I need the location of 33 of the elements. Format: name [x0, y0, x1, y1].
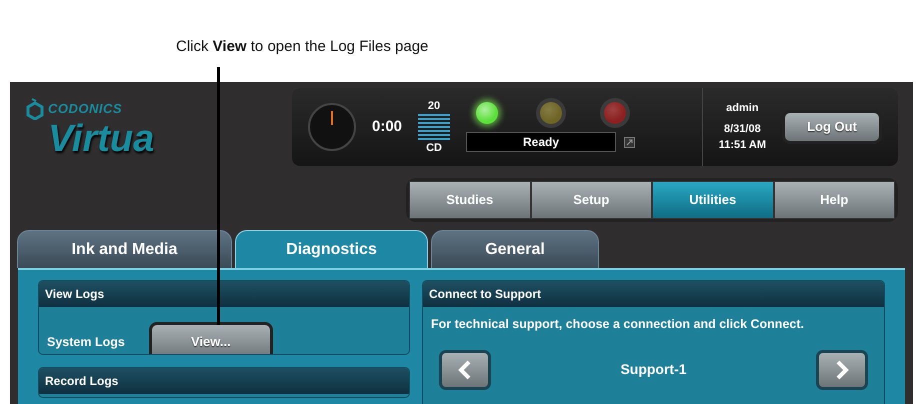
- panel-title: Record Logs: [39, 368, 409, 394]
- chevron-left-icon: [457, 360, 473, 380]
- previous-button[interactable]: [439, 350, 491, 390]
- dial-gauge-icon: [308, 103, 356, 151]
- expand-icon[interactable]: [624, 136, 636, 148]
- disc-type: CD: [426, 141, 442, 156]
- view-button[interactable]: View...: [148, 322, 273, 354]
- logo-product-text: Virtua: [48, 120, 156, 158]
- hexagon-logo-icon: [26, 98, 44, 120]
- logo-brand-text: CODONICS: [48, 100, 122, 118]
- time-text: 11:51 AM: [718, 138, 766, 154]
- nav-tab[interactable]: Help: [774, 181, 895, 219]
- date-text: 8/31/08: [724, 122, 761, 137]
- tab[interactable]: Ink and Media: [17, 230, 232, 268]
- tab[interactable]: Diagnostics: [235, 230, 428, 268]
- disc-stack-icon: [418, 114, 450, 140]
- next-button[interactable]: [816, 350, 868, 390]
- annotation-text: Click View to open the Log Files page: [176, 38, 428, 55]
- tab[interactable]: General: [431, 230, 599, 268]
- log-out-button[interactable]: Log Out: [782, 110, 882, 144]
- system-logs-label: System Logs: [47, 334, 125, 351]
- timer-text: 0:00: [372, 116, 402, 137]
- connection-name: Support-1: [620, 360, 687, 380]
- status-display: Ready: [466, 132, 616, 152]
- chevron-right-icon: [834, 360, 850, 380]
- panel-title: Connect to Support: [423, 281, 884, 307]
- user-name: admin: [726, 101, 759, 116]
- disc-count: 20: [428, 98, 440, 114]
- nav-tab[interactable]: Studies: [409, 181, 530, 219]
- support-instructions: For technical support, choose a connection and click Connect.: [430, 316, 805, 333]
- nav-tab[interactable]: Setup: [530, 181, 652, 219]
- nav-tab[interactable]: Utilities: [652, 181, 774, 219]
- panel-title: View Logs: [39, 281, 409, 307]
